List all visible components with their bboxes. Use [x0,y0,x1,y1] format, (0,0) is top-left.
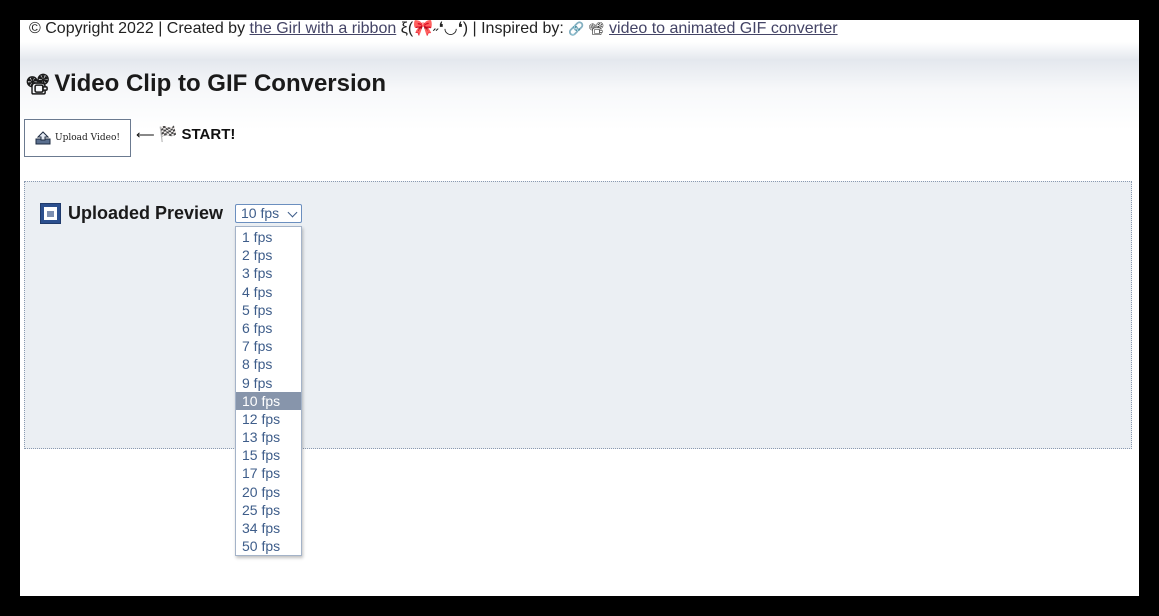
page: © Copyright 2022 | Created by the Girl w… [20,20,1139,596]
page-title-text: Video Clip to GIF Conversion [54,70,386,97]
fps-option[interactable]: 3 fps [236,264,301,282]
fps-option[interactable]: 13 fps [236,428,301,446]
fps-option[interactable]: 7 fps [236,337,301,355]
author-link[interactable]: the Girl with a ribbon [250,20,397,37]
link-projector-icon: 🔗 📽 [568,21,605,36]
preview-panel: Uploaded Preview [24,181,1132,449]
copyright-text: © Copyright 2022 | Created by [29,20,246,37]
checkered-flag-icon: 🏁 [158,126,178,143]
upload-tray-icon [35,131,51,145]
chevron-down-icon [287,207,298,218]
start-label: START! [181,126,236,143]
fps-option[interactable]: 15 fps [236,446,301,464]
copyright-bar: © Copyright 2022 | Created by the Girl w… [29,20,838,38]
fps-option[interactable]: 50 fps [236,537,301,555]
fps-option[interactable]: 4 fps [236,283,301,301]
fps-option[interactable]: 25 fps [236,501,301,519]
film-projector-icon: 📽 [25,74,51,96]
fps-option[interactable]: 20 fps [236,483,301,501]
author-suffix: ξ(🎀˶❛◡❛) | Inspired by: [400,20,564,37]
fps-option[interactable]: 9 fps [236,374,301,392]
framed-picture-icon [40,203,61,224]
preview-title: Uploaded Preview [68,203,224,223]
page-title: 📽 Video Clip to GIF Conversion [25,70,386,98]
fps-option[interactable]: 2 fps [236,246,301,264]
fps-option[interactable]: 10 fps [236,391,301,410]
header-background [20,20,1139,180]
left-arrow-icon: ⟵ [136,127,155,142]
fps-dropdown-list[interactable]: 1 fps 2 fps 3 fps 4 fps 5 fps 6 fps 7 fps 8 fps… [235,226,302,556]
fps-select[interactable]: 10 fps [235,204,302,223]
fps-option[interactable]: 6 fps [236,319,301,337]
inspired-link[interactable]: video to animated GIF converter [609,20,838,37]
fps-option[interactable]: 34 fps [236,519,301,537]
fps-option[interactable]: 17 fps [236,464,301,482]
fps-option[interactable]: 12 fps [236,410,301,428]
upload-video-button[interactable]: Upload Video! [24,119,131,157]
fps-selected-value: 10 fps [241,205,280,221]
fps-option[interactable]: 8 fps [236,355,301,373]
upload-video-label: Upload Video! [55,133,120,143]
start-hint: ⟵ 🏁 START! [136,125,235,143]
fps-option[interactable]: 1 fps [236,228,301,246]
fps-option[interactable]: 5 fps [236,301,301,319]
